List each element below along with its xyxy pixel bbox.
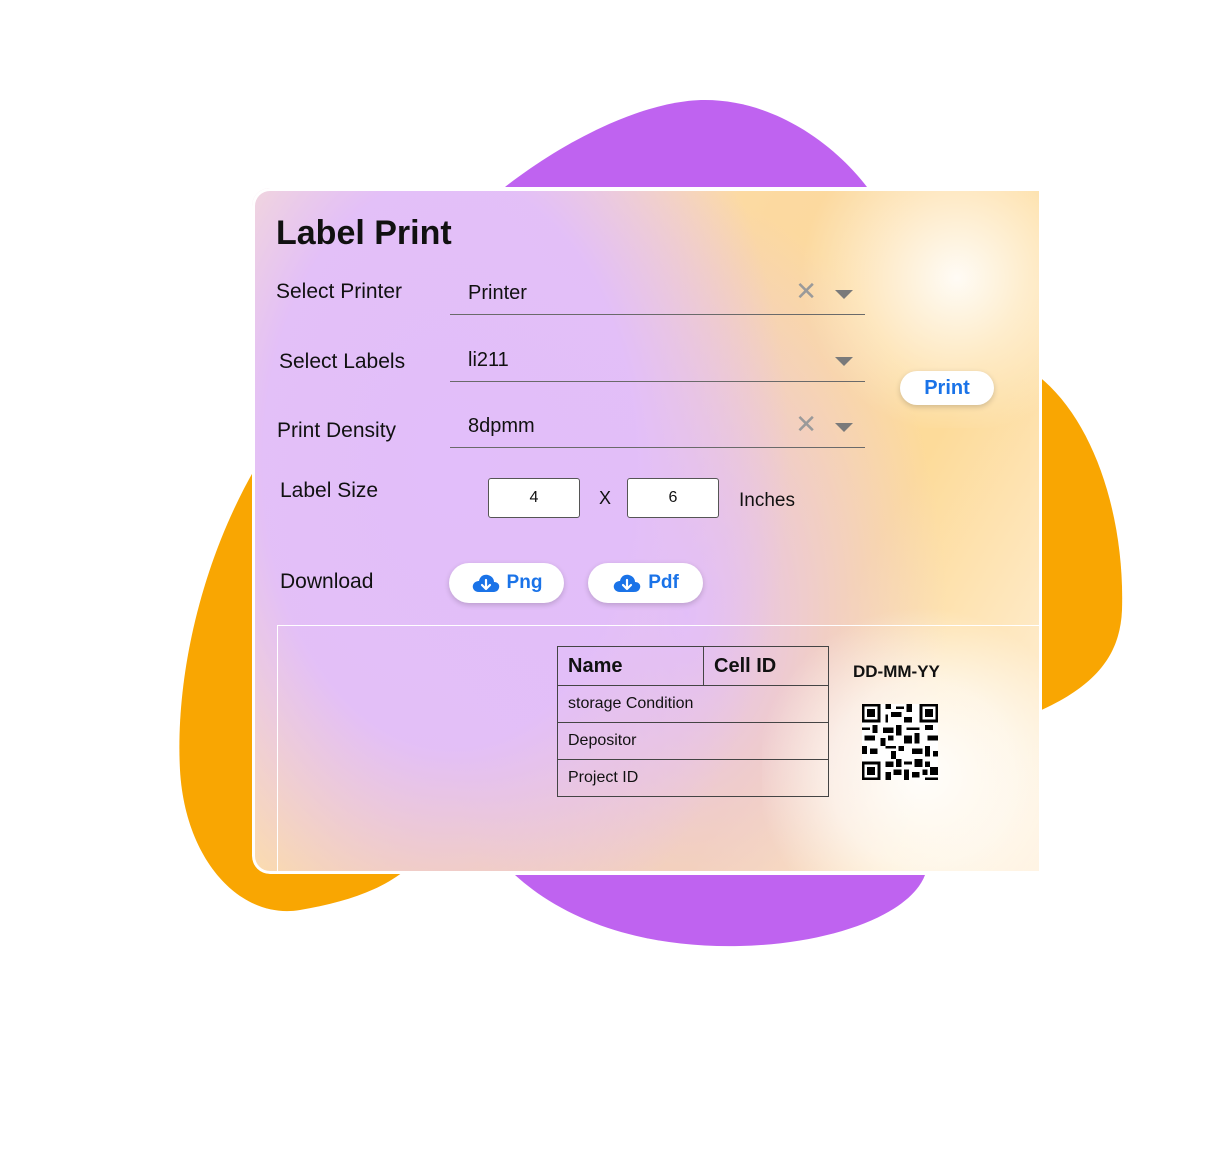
height-input[interactable]: 6 <box>627 478 719 518</box>
chevron-down-icon[interactable] <box>835 423 853 432</box>
download-label: Download <box>280 570 374 593</box>
size-separator: X <box>599 488 612 508</box>
chevron-down-icon[interactable] <box>835 357 853 366</box>
table-row: storage Condition <box>557 685 829 723</box>
cloud-download-icon <box>472 574 499 592</box>
density-select-value: 8dpmm <box>468 415 535 437</box>
label-size-label: Label Size <box>280 479 379 502</box>
labels-select-value: li211 <box>468 349 509 371</box>
label-table: Name Cell ID storage Condition Depositor… <box>557 646 829 797</box>
project-id-cell: Project ID <box>557 759 829 797</box>
labels-select[interactable]: li211 <box>450 343 865 382</box>
storage-condition-cell: storage Condition <box>557 685 829 723</box>
close-icon[interactable]: ✕ <box>795 409 817 440</box>
printer-select[interactable]: Printer ✕ <box>450 276 865 315</box>
label-print-card: Label Print Select Printer Printer ✕ Sel… <box>252 188 1042 874</box>
label-preview: Name Cell ID storage Condition Depositor… <box>277 625 1042 874</box>
table-row: Project ID <box>557 759 829 797</box>
name-header: Name <box>557 646 704 686</box>
page-title: Label Print <box>276 214 452 252</box>
print-density-label: Print Density <box>277 419 397 442</box>
select-printer-label: Select Printer <box>276 280 403 303</box>
print-button[interactable]: Print <box>900 371 994 405</box>
purple-blob-top <box>505 100 867 187</box>
density-select[interactable]: 8dpmm ✕ <box>450 409 865 448</box>
table-row: Name Cell ID <box>557 646 829 686</box>
cloud-download-icon <box>613 574 641 592</box>
purple-blob-bottom <box>515 875 925 947</box>
depositor-cell: Depositor <box>557 722 829 760</box>
date-placeholder: DD-MM-YY <box>853 662 940 681</box>
chevron-down-icon[interactable] <box>835 290 853 299</box>
download-pdf-button[interactable]: Pdf <box>588 563 703 603</box>
cell-id-header: Cell ID <box>703 646 829 686</box>
select-labels-label: Select Labels <box>279 350 406 373</box>
table-row: Depositor <box>557 722 829 760</box>
download-png-button[interactable]: Png <box>449 563 564 603</box>
pdf-label: Pdf <box>648 572 679 593</box>
png-label: Png <box>506 572 543 593</box>
size-unit: Inches <box>739 490 795 511</box>
width-input[interactable]: 4 <box>488 478 580 518</box>
close-icon[interactable]: ✕ <box>795 276 817 307</box>
qr-code-icon <box>862 704 938 780</box>
printer-select-value: Printer <box>468 282 527 304</box>
orange-blob-right <box>1030 370 1123 715</box>
